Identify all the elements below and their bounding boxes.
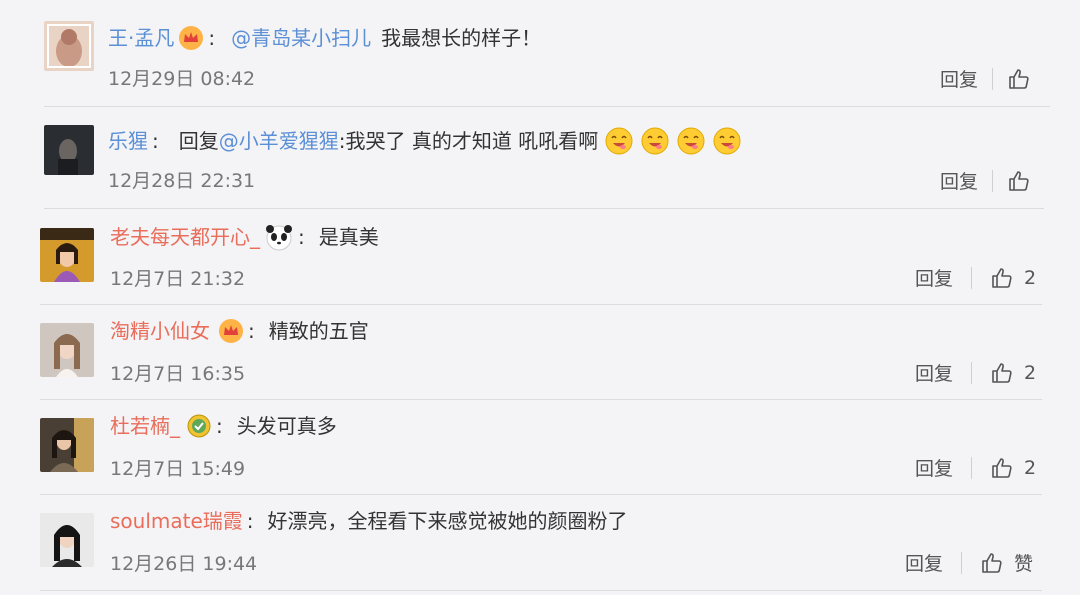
mention-link[interactable]: @小羊爱猩猩 <box>219 127 339 155</box>
avatar[interactable] <box>44 125 94 175</box>
divider <box>971 456 973 479</box>
thumbs-up-icon <box>1007 169 1031 193</box>
username[interactable]: 淘精小仙女 <box>110 317 210 345</box>
username[interactable]: 杜若楠_ <box>110 412 180 440</box>
divider <box>44 208 1044 209</box>
like-button[interactable] <box>1007 67 1041 91</box>
colon: : <box>298 225 305 249</box>
panda-icon <box>264 222 294 252</box>
crown-icon <box>218 318 244 344</box>
thumbs-up-icon <box>990 456 1014 480</box>
yummy-emoji <box>676 126 706 156</box>
username[interactable]: 乐猩 <box>108 127 148 155</box>
username[interactable]: 王·孟凡 <box>108 24 174 52</box>
divider <box>40 399 1042 400</box>
colon: : <box>208 26 216 50</box>
comment-text: 是真美 <box>318 225 379 249</box>
comment-text: 头发可真多 <box>236 414 337 438</box>
divider <box>992 169 994 192</box>
avatar[interactable] <box>40 323 94 377</box>
timestamp: 12月29日 08:42 <box>108 68 256 90</box>
comment-text: 好漂亮，全程看下来感觉被她的颜圈粉了 <box>267 509 628 533</box>
yummy-emoji <box>640 126 670 156</box>
divider <box>40 494 1042 495</box>
divider <box>40 590 1042 591</box>
colon: : <box>248 319 255 343</box>
yummy-emoji <box>712 126 742 156</box>
username[interactable]: 老夫每天都开心_ <box>110 223 260 251</box>
like-count: 赞 <box>1014 553 1034 575</box>
colon: : <box>152 129 159 153</box>
reply-button[interactable]: 回复 <box>905 549 943 576</box>
like-button[interactable]: 2 <box>990 361 1036 385</box>
yummy-emoji <box>604 126 634 156</box>
like-button[interactable]: 2 <box>990 266 1036 290</box>
like-button[interactable] <box>1007 169 1041 193</box>
timestamp: 12月7日 21:32 <box>110 268 246 290</box>
reply-prefix: 回复 <box>178 129 219 153</box>
comment-list: 王·孟凡 : @青岛某小扫儿 我最想长的样子！ 12月29日 08:42 回复 <box>0 0 1080 595</box>
timestamp: 12月7日 16:35 <box>110 363 246 385</box>
divider <box>971 266 973 289</box>
reply-button[interactable]: 回复 <box>915 359 953 386</box>
comment-text: 我最想长的样子！ <box>381 26 542 50</box>
medal-icon <box>186 413 212 439</box>
timestamp: 12月7日 15:49 <box>110 458 246 480</box>
like-count: 2 <box>1024 361 1037 384</box>
comment-text: :我哭了 真的才知道 吼吼看啊 <box>338 129 599 153</box>
thumbs-up-icon <box>980 551 1004 575</box>
divider <box>961 551 963 574</box>
reply-button[interactable]: 回复 <box>915 264 953 291</box>
divider <box>971 361 973 384</box>
avatar[interactable] <box>40 513 94 567</box>
like-count: 2 <box>1024 266 1037 289</box>
reply-button[interactable]: 回复 <box>940 167 978 194</box>
colon: : <box>246 509 254 533</box>
timestamp: 12月26日 19:44 <box>110 553 258 575</box>
colon: : <box>216 414 223 438</box>
username[interactable]: soulmate瑞霞 <box>110 507 243 535</box>
like-count: 2 <box>1024 456 1037 479</box>
like-button[interactable]: 赞 <box>980 549 1033 576</box>
reply-button[interactable]: 回复 <box>915 454 953 481</box>
thumbs-up-icon <box>990 266 1014 290</box>
avatar[interactable] <box>44 21 94 71</box>
timestamp: 12月28日 22:31 <box>108 170 256 192</box>
divider <box>44 106 1050 107</box>
thumbs-up-icon <box>990 361 1014 385</box>
divider <box>40 304 1042 305</box>
mention-link[interactable]: @青岛某小扫儿 <box>231 24 371 52</box>
comment-text: 精致的五官 <box>268 319 369 343</box>
thumbs-up-icon <box>1007 67 1031 91</box>
like-button[interactable]: 2 <box>990 456 1036 480</box>
crown-icon <box>178 25 204 51</box>
avatar[interactable] <box>40 418 94 472</box>
avatar[interactable] <box>40 228 94 282</box>
divider <box>992 67 994 90</box>
reply-button[interactable]: 回复 <box>940 65 978 92</box>
